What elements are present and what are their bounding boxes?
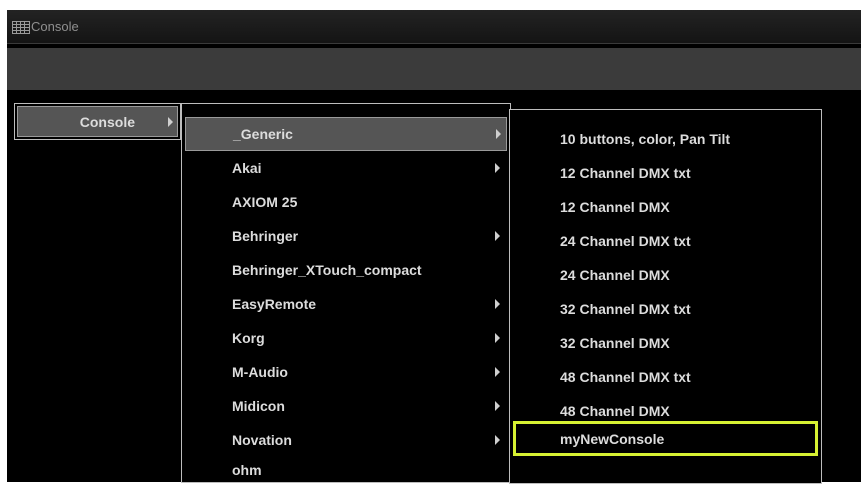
menu-item-label: 48 Channel DMX txt bbox=[560, 369, 691, 385]
menu-item-10-buttons-color-pan-tilt[interactable]: 10 buttons, color, Pan Tilt bbox=[513, 122, 818, 156]
menu-item-label: 24 Channel DMX bbox=[560, 267, 670, 283]
submenu-arrow-icon bbox=[495, 299, 500, 309]
menu-item-label: 32 Channel DMX txt bbox=[560, 301, 691, 317]
menu-item-32-channel-dmx-txt[interactable]: 32 Channel DMX txt bbox=[513, 292, 818, 326]
menu-item-generic[interactable]: _Generic bbox=[185, 117, 507, 151]
menu-item-easyremote[interactable]: EasyRemote bbox=[185, 287, 507, 321]
menu-item-label: EasyRemote bbox=[232, 296, 317, 312]
menu-item-korg[interactable]: Korg bbox=[185, 321, 507, 355]
title-bar: Console bbox=[7, 10, 861, 44]
submenu-arrow-icon bbox=[495, 163, 500, 173]
menu-item-label: Midicon bbox=[232, 398, 285, 414]
menu-item-label: _Generic bbox=[233, 126, 293, 142]
menu-item-console[interactable]: Console bbox=[17, 106, 178, 137]
menu-item-label: AXIOM 25 bbox=[232, 194, 298, 210]
menu-item-behringer-xtouch-compact[interactable]: Behringer_XTouch_compact bbox=[185, 253, 507, 287]
menu-item-label: 32 Channel DMX bbox=[560, 335, 670, 351]
menu-item-label: 24 Channel DMX txt bbox=[560, 233, 691, 249]
menu-item-label: 12 Channel DMX bbox=[560, 199, 670, 215]
menu-item-behringer[interactable]: Behringer bbox=[185, 219, 507, 253]
menu-item-novation[interactable]: Novation bbox=[185, 423, 507, 457]
menu-item-32-channel-dmx[interactable]: 32 Channel DMX bbox=[513, 326, 818, 360]
menu-item-label: Behringer_XTouch_compact bbox=[232, 262, 422, 278]
window-title: Console bbox=[31, 19, 79, 34]
menu-item-label: Novation bbox=[232, 432, 292, 448]
submenu-arrow-icon bbox=[495, 367, 500, 377]
submenu-arrow-icon bbox=[495, 333, 500, 343]
menu-item-label: myNewConsole bbox=[560, 430, 665, 447]
menu-item-label: ohm bbox=[232, 462, 262, 478]
grid-table-icon bbox=[12, 21, 30, 34]
menu-item-m-audio[interactable]: M-Audio bbox=[185, 355, 507, 389]
menu-item-label: M-Audio bbox=[232, 364, 288, 380]
menu-item-label: Korg bbox=[232, 330, 265, 346]
menu-item-label: 48 Channel DMX bbox=[560, 403, 670, 419]
console-menu: Console bbox=[14, 103, 181, 140]
submenu-arrow-icon bbox=[496, 129, 501, 139]
generic-console-submenu: 10 buttons, color, Pan Tilt 12 Channel D… bbox=[509, 109, 822, 484]
menu-item-label: 10 buttons, color, Pan Tilt bbox=[560, 131, 731, 147]
toolbar bbox=[7, 48, 861, 90]
menu-item-midicon[interactable]: Midicon bbox=[185, 389, 507, 423]
menu-item-axiom-25[interactable]: AXIOM 25 bbox=[185, 185, 507, 219]
menu-item-label: Behringer bbox=[232, 228, 299, 244]
menu-item-label: 12 Channel DMX txt bbox=[560, 165, 691, 181]
menu-item-24-channel-dmx-txt[interactable]: 24 Channel DMX txt bbox=[513, 224, 818, 258]
menu-item-akai[interactable]: Akai bbox=[185, 151, 507, 185]
submenu-arrow-icon bbox=[495, 401, 500, 411]
menu-item-12-channel-dmx[interactable]: 12 Channel DMX bbox=[513, 190, 818, 224]
submenu-arrow-icon bbox=[495, 231, 500, 241]
menu-item-label: Console bbox=[79, 113, 135, 130]
menu-item-12-channel-dmx-txt[interactable]: 12 Channel DMX txt bbox=[513, 156, 818, 190]
submenu-arrow-icon bbox=[495, 435, 500, 445]
submenu-arrow-icon bbox=[168, 116, 173, 127]
menu-item-label: Akai bbox=[232, 160, 262, 176]
manufacturer-submenu: _Generic Akai AXIOM 25 Behringer Behring… bbox=[181, 103, 511, 483]
menu-item-mynewconsole[interactable]: myNewConsole bbox=[513, 421, 818, 456]
menu-item-24-channel-dmx[interactable]: 24 Channel DMX bbox=[513, 258, 818, 292]
menu-item-48-channel-dmx-txt[interactable]: 48 Channel DMX txt bbox=[513, 360, 818, 394]
